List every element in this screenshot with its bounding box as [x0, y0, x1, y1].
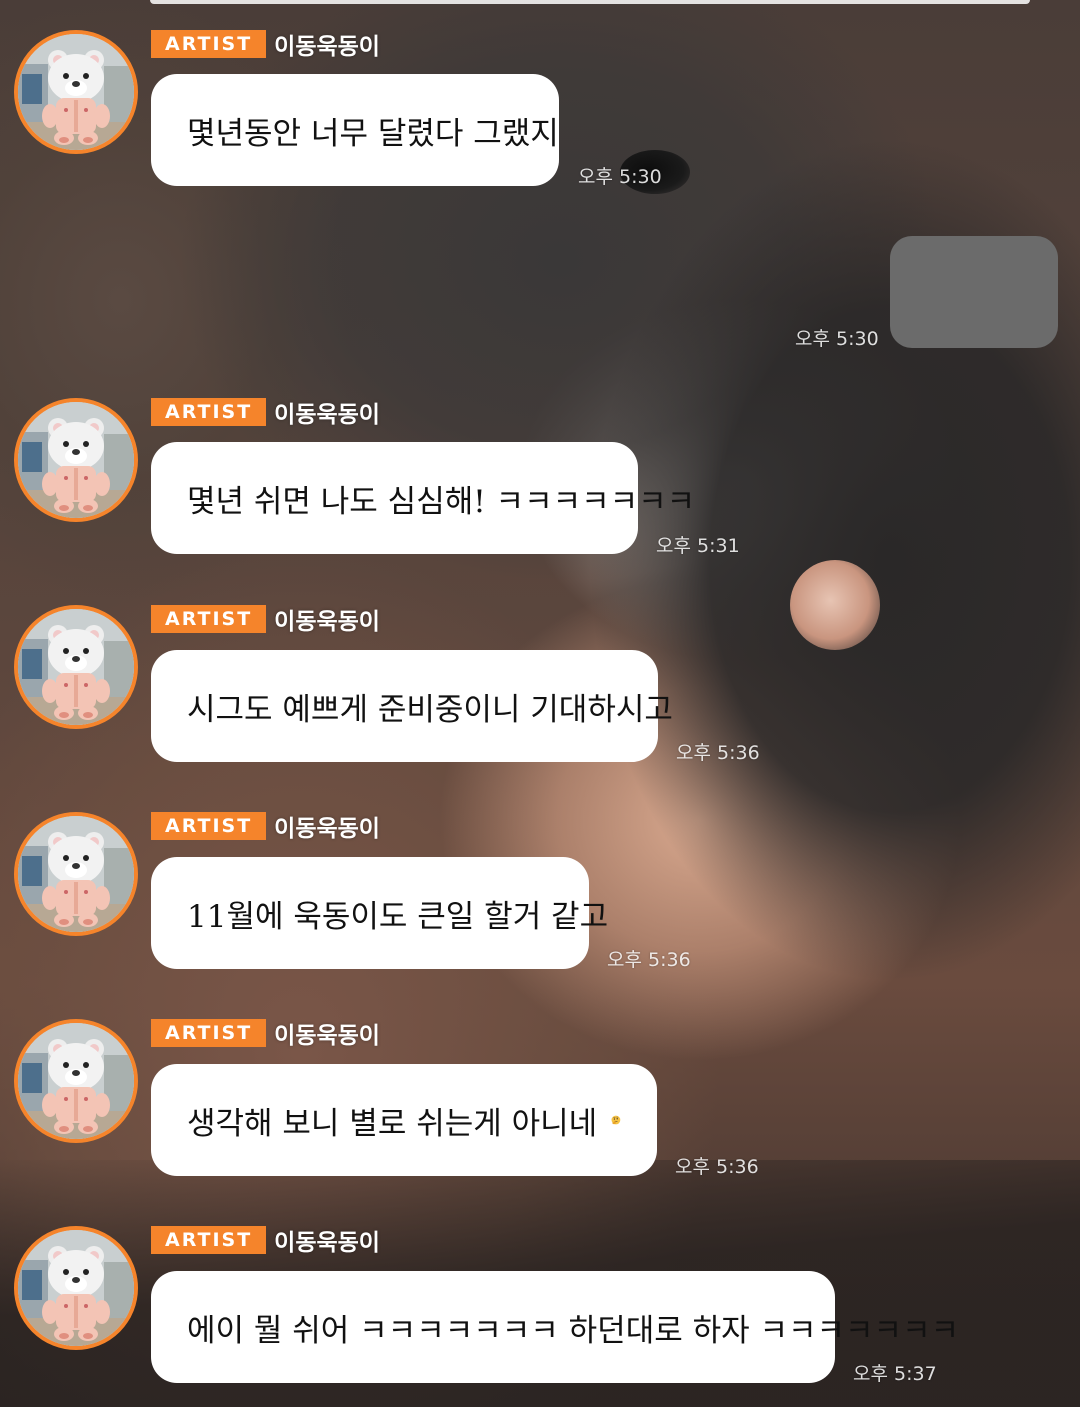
artist-badge: ARTIST [151, 812, 267, 840]
sender-row: ARTIST 이동욱동이 [151, 1226, 380, 1256]
sent-message-time: 오후 5:30 [795, 328, 879, 350]
artist-badge: ARTIST [151, 605, 267, 633]
message-text: 에이 뭘 쉬어 ㅋㅋㅋㅋㅋㅋㅋ 하던대로 하자 ㅋㅋㅋㅋㅋㅋㅋ [187, 1312, 960, 1349]
dog-nose [790, 560, 880, 650]
message-bubble[interactable]: 몇년 쉬면 나도 심심해! ㅋㅋㅋㅋㅋㅋㅋ [151, 442, 695, 554]
sender-name: 이동욱동이 [274, 1230, 380, 1256]
message-text: 11월에 욱동이도 큰일 할거 같고 [187, 898, 609, 935]
sender-name: 이동욱동이 [274, 34, 380, 60]
sender-row: ARTIST 이동욱동이 [151, 812, 380, 842]
message-time: 오후 5:36 [607, 949, 691, 971]
artist-badge: ARTIST [151, 30, 267, 58]
message-bubble[interactable]: 11월에 욱동이도 큰일 할거 같고 [151, 857, 608, 969]
message-time: 오후 5:36 [675, 1156, 759, 1178]
sender-row: ARTIST 이동욱동이 [151, 30, 380, 60]
avatar[interactable] [14, 812, 138, 936]
sender-row: ARTIST 이동욱동이 [151, 1019, 380, 1049]
message-bubble[interactable]: 에이 뭘 쉬어 ㅋㅋㅋㅋㅋㅋㅋ 하던대로 하자 ㅋㅋㅋㅋㅋㅋㅋ [151, 1271, 959, 1383]
previous-message-edge [150, 0, 1030, 4]
bear-plush-icon [18, 1023, 134, 1139]
message-time: 오후 5:37 [853, 1363, 937, 1385]
avatar[interactable] [14, 1226, 138, 1350]
bear-plush-icon [18, 34, 134, 150]
message-time: 오후 5:30 [578, 166, 662, 188]
avatar[interactable] [14, 1019, 138, 1143]
bear-plush-icon [18, 402, 134, 518]
artist-badge: ARTIST [151, 1226, 267, 1254]
sender-row: ARTIST 이동욱동이 [151, 605, 380, 635]
message-text: 시그도 예쁘게 준비중이니 기대하시고 [187, 691, 673, 728]
message-time: 오후 5:36 [676, 742, 760, 764]
sender-name: 이동욱동이 [274, 402, 380, 428]
artist-badge: ARTIST [151, 398, 267, 426]
sender-name: 이동욱동이 [274, 816, 380, 842]
message-text: 생각해 보니 별로 쉬는게 아니네 [187, 1105, 598, 1142]
sender-name: 이동욱동이 [274, 1023, 380, 1049]
avatar[interactable] [14, 605, 138, 729]
sender-row: ARTIST 이동욱동이 [151, 398, 380, 428]
message-bubble[interactable]: 시그도 예쁘게 준비중이니 기대하시고 [151, 650, 673, 762]
bear-plush-icon [18, 609, 134, 725]
bear-plush-icon [18, 1230, 134, 1346]
message-time: 오후 5:31 [656, 535, 740, 557]
message-bubble[interactable]: 생각해 보니 별로 쉬는게 아니네 [151, 1064, 657, 1176]
message-text: 몇년동안 너무 달렸다 그랬지 [187, 115, 559, 152]
artist-badge: ARTIST [151, 1019, 267, 1047]
avatar[interactable] [14, 398, 138, 522]
thinking-face-icon [611, 1115, 621, 1125]
bear-plush-icon [18, 816, 134, 932]
message-text: 몇년 쉬면 나도 심심해! ㅋㅋㅋㅋㅋㅋㅋ [187, 483, 696, 520]
message-bubble[interactable]: 몇년동안 너무 달렸다 그랬지 [151, 74, 559, 186]
sent-message-bubble[interactable] [890, 236, 1058, 348]
sender-name: 이동욱동이 [274, 609, 380, 635]
avatar[interactable] [14, 30, 138, 154]
